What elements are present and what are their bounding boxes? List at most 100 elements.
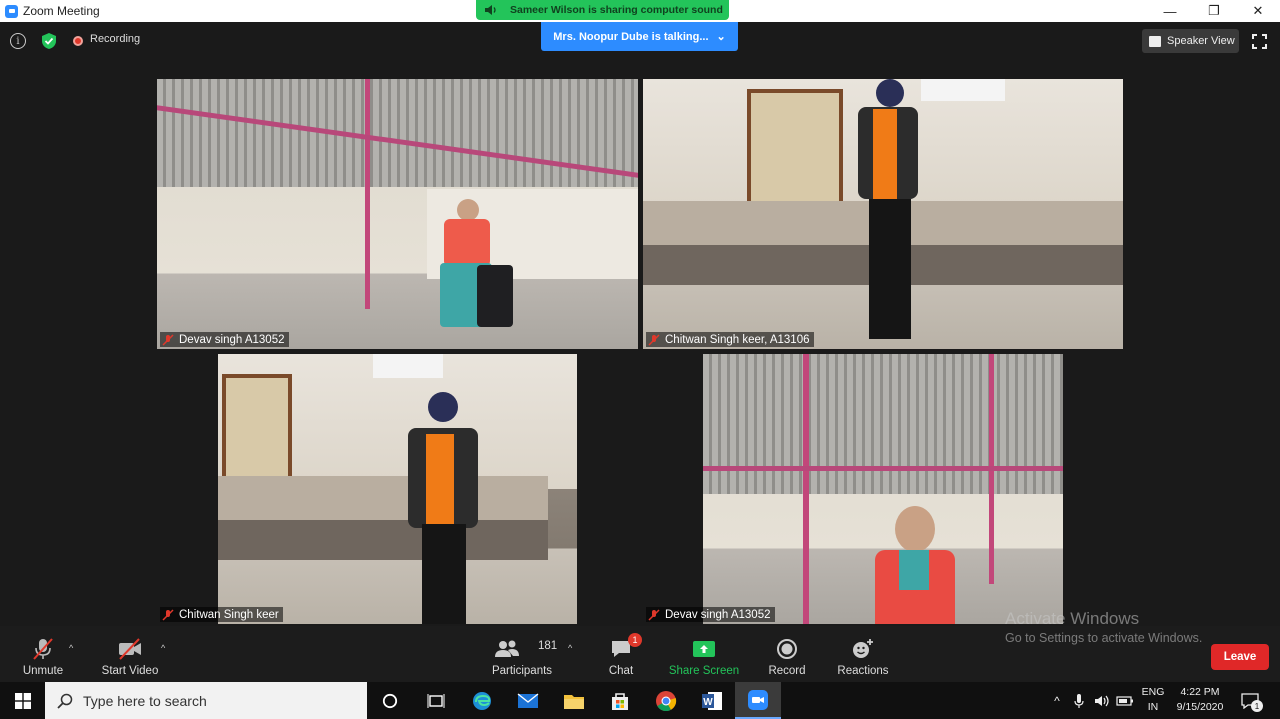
store-bag-icon bbox=[612, 692, 628, 710]
share-screen-button[interactable]: Share Screen bbox=[668, 626, 740, 682]
search-placeholder: Type here to search bbox=[83, 692, 207, 709]
reactions-button[interactable]: Reactions bbox=[836, 626, 890, 682]
input-language[interactable]: ENG IN bbox=[1140, 685, 1166, 715]
speaker-icon bbox=[485, 5, 496, 15]
close-button[interactable]: ✕ bbox=[1236, 0, 1280, 22]
dancer-trousers bbox=[869, 199, 911, 339]
participant-name: Chitwan Singh keer, A13106 bbox=[665, 333, 810, 346]
minimize-button[interactable]: — bbox=[1148, 0, 1192, 22]
share-screen-icon bbox=[693, 641, 715, 657]
info-icon[interactable]: i bbox=[10, 33, 26, 49]
participant-name-tag: Chitwan Singh keer, A13106 bbox=[646, 332, 814, 347]
air-conditioner bbox=[921, 79, 1005, 101]
tray-volume[interactable] bbox=[1092, 682, 1112, 719]
zoom-app-icon bbox=[5, 4, 18, 18]
taskbar-search-box[interactable]: Type here to search bbox=[45, 682, 367, 719]
start-button[interactable] bbox=[0, 682, 45, 719]
search-icon bbox=[57, 693, 73, 709]
sound-share-banner: Sameer Wilson is sharing computer sound bbox=[476, 0, 729, 20]
dancer-trousers bbox=[422, 524, 466, 624]
taskbar-zoom[interactable] bbox=[735, 682, 781, 719]
taskbar-mail[interactable] bbox=[505, 682, 551, 719]
taskbar-chrome[interactable] bbox=[643, 682, 689, 719]
microphone-icon bbox=[1074, 693, 1084, 708]
cortana-icon bbox=[382, 693, 398, 708]
participants-button[interactable]: Participants bbox=[491, 626, 553, 682]
task-view-button[interactable] bbox=[413, 682, 459, 719]
metal-wall bbox=[157, 79, 638, 187]
mic-muted-icon bbox=[648, 333, 660, 346]
person-head bbox=[895, 506, 935, 552]
zoom-icon bbox=[748, 689, 768, 710]
pink-rail bbox=[703, 466, 1063, 471]
start-video-button[interactable]: Start Video bbox=[99, 626, 161, 682]
taskbar-edge[interactable] bbox=[459, 682, 505, 719]
taskbar-file-explorer[interactable] bbox=[551, 682, 597, 719]
restore-button[interactable]: ❐ bbox=[1192, 0, 1236, 22]
cortana-button[interactable] bbox=[367, 682, 413, 719]
participants-icon bbox=[495, 640, 519, 657]
share-screen-label: Share Screen bbox=[668, 665, 740, 677]
participant-name-tag: Devav singh A13052 bbox=[160, 332, 289, 347]
taskbar-store[interactable] bbox=[597, 682, 643, 719]
participant-name-tag: Devav singh A13052 bbox=[646, 607, 775, 622]
video-tile-4[interactable]: Devav singh A13052 bbox=[643, 354, 1123, 624]
notification-count: 1 bbox=[1251, 700, 1263, 712]
sofa-back bbox=[218, 476, 548, 520]
dancer-trousers bbox=[477, 265, 513, 327]
metal-wall bbox=[703, 354, 1063, 494]
mic-muted-icon bbox=[648, 608, 660, 621]
leave-button[interactable]: Leave bbox=[1211, 644, 1269, 670]
dancer-turban bbox=[876, 79, 904, 107]
reactions-label: Reactions bbox=[837, 665, 889, 677]
video-tile-1[interactable]: Devav singh A13052 bbox=[157, 79, 638, 349]
task-view-icon bbox=[427, 693, 445, 708]
clock-date: 9/15/2020 bbox=[1176, 701, 1224, 713]
chat-button[interactable]: 1 Chat bbox=[601, 626, 642, 682]
participant-name: Devav singh A13052 bbox=[665, 608, 771, 621]
record-icon bbox=[777, 639, 797, 659]
chat-unread-badge: 1 bbox=[628, 633, 642, 647]
speaker-view-icon bbox=[1149, 35, 1161, 47]
tray-overflow-caret[interactable]: ^ bbox=[1048, 682, 1066, 719]
recording-label: Recording bbox=[90, 33, 141, 45]
air-conditioner bbox=[373, 354, 443, 378]
video-options-caret[interactable]: ^ bbox=[161, 643, 165, 653]
language-code: ENG bbox=[1141, 686, 1165, 698]
record-button[interactable]: Record bbox=[766, 626, 808, 682]
windows-logo-icon bbox=[14, 692, 31, 709]
action-center-button[interactable]: 1 bbox=[1236, 682, 1264, 719]
pink-pipe bbox=[365, 79, 370, 309]
word-icon: W bbox=[702, 691, 722, 710]
taskbar-clock[interactable]: 4:22 PM 9/15/2020 bbox=[1170, 685, 1230, 715]
sofa-seat bbox=[218, 520, 548, 560]
tray-battery[interactable] bbox=[1114, 682, 1136, 719]
windows-taskbar: Type here to search W ^ ENG IN 4:22 PM 9… bbox=[0, 682, 1280, 719]
fullscreen-icon[interactable] bbox=[1252, 34, 1267, 49]
pink-pipe bbox=[803, 354, 809, 624]
svg-text:W: W bbox=[703, 697, 713, 708]
volume-icon bbox=[1095, 695, 1109, 706]
video-tile-2[interactable]: Chitwan Singh keer, A13106 bbox=[643, 79, 1123, 349]
shield-icon[interactable] bbox=[40, 32, 58, 50]
record-label: Record bbox=[768, 665, 806, 677]
video-tile-3[interactable]: Chitwan Singh keer bbox=[157, 354, 638, 624]
video-frame bbox=[218, 354, 577, 624]
active-speaker-indicator[interactable]: Mrs. Noopur Dube is talking... ⌄ bbox=[541, 22, 738, 51]
speaker-view-button[interactable]: Speaker View bbox=[1142, 29, 1239, 53]
participants-options-caret[interactable]: ^ bbox=[568, 643, 572, 653]
audio-options-caret[interactable]: ^ bbox=[69, 643, 73, 653]
sound-share-text: Sameer Wilson is sharing computer sound bbox=[510, 4, 723, 16]
activate-windows-title: Activate Windows bbox=[1005, 609, 1140, 628]
recording-dot-icon bbox=[73, 36, 83, 46]
tray-microphone[interactable] bbox=[1070, 682, 1088, 719]
participants-label: Participants bbox=[491, 665, 553, 677]
participant-name-tag: Chitwan Singh keer bbox=[160, 607, 283, 622]
mic-muted-icon bbox=[162, 608, 174, 621]
smiley-plus-icon bbox=[853, 639, 873, 658]
unmute-button[interactable]: Unmute bbox=[18, 626, 68, 682]
taskbar-word[interactable]: W bbox=[689, 682, 735, 719]
chrome-icon bbox=[656, 690, 677, 711]
microphone-muted-icon bbox=[33, 638, 53, 660]
mail-icon bbox=[517, 692, 539, 708]
